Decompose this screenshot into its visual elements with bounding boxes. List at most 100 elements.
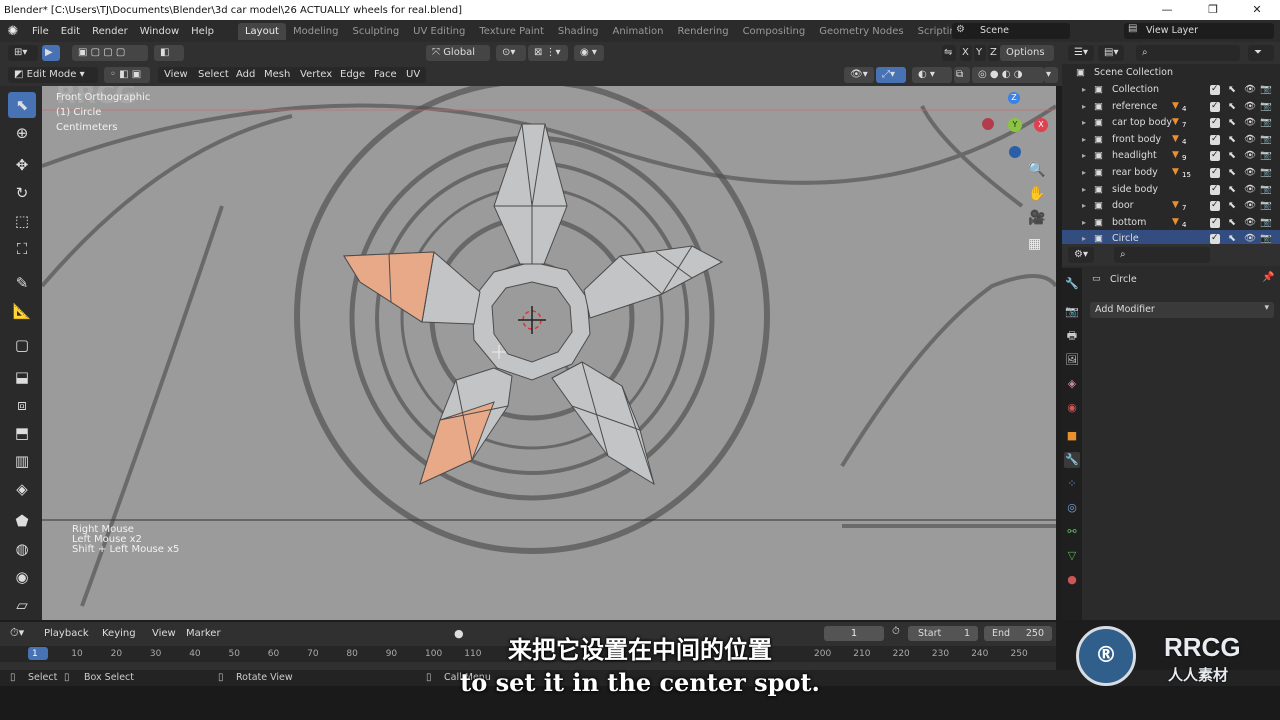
object-tab-icon[interactable]: ■ [1064,428,1080,444]
mesh-select-mode[interactable]: ◧ ◫ [154,45,184,74]
tab-rendering[interactable]: Rendering [670,23,735,40]
exclude-checkbox[interactable] [1210,230,1220,247]
exclude-checkbox[interactable] [1210,147,1220,164]
eye-icon[interactable]: 👁 [1244,98,1256,115]
gizmo-z[interactable]: Z [1008,92,1020,104]
exclude-checkbox[interactable] [1210,214,1220,231]
tab-texture-paint[interactable]: Texture Paint [472,23,551,40]
transform-orientation-dropdown[interactable]: ⤧ Global [426,45,490,61]
outliner-item[interactable]: ▸▣headlight▼9⬉👁📷 [1062,147,1280,164]
outliner-item[interactable]: ▸▣bottom▼4⬉👁📷 [1062,214,1280,231]
exclude-checkbox[interactable] [1210,81,1220,98]
selectable-arrow-icon[interactable]: ⬉ [1228,197,1236,214]
outliner-item[interactable]: ▸▣door▼7⬉👁📷 [1062,197,1280,214]
output-tab-icon[interactable]: 🖶 [1064,328,1080,344]
expand-arrow-icon[interactable]: ▸ [1082,147,1086,164]
xray-toggle[interactable]: ⧉ [954,67,970,83]
eye-icon[interactable]: 👁 [1244,81,1256,98]
navigation-gizmo[interactable]: Z Y X [976,90,1050,164]
selectable-arrow-icon[interactable]: ⬉ [1228,81,1236,98]
shading-mode-buttons[interactable]: ◎ ● ◐ ◑ [972,67,1044,83]
gizmo-x[interactable]: X [1034,118,1048,132]
outliner-item[interactable]: ▸ ▣ side body ⬉ 👁📷 [1062,181,1280,198]
selectable-arrow-icon[interactable]: ⬉ [1228,164,1236,181]
render-tab-icon[interactable]: 📷 [1064,304,1080,320]
exclude-checkbox[interactable] [1210,197,1220,214]
outliner-item[interactable]: ▸ ▣ Collection ⬉ 👁📷 [1062,81,1280,98]
tab-compositing[interactable]: Compositing [736,23,813,40]
outliner-editor-icon[interactable]: ☰▾ [1068,45,1094,61]
eye-icon[interactable]: 👁 [1244,181,1256,198]
blender-logo-icon[interactable]: ✺ [0,24,26,39]
3d-viewport[interactable]: Front Orthographic (1) Circle Centimeter… [42,86,1056,620]
pan-hand-icon[interactable]: ✋ [1028,186,1045,202]
camera-render-icon[interactable]: 📷 [1260,147,1272,164]
eye-icon[interactable]: 👁 [1244,147,1256,164]
expand-arrow-icon[interactable]: ▸ [1082,181,1086,198]
particles-tab-icon[interactable]: ⁘ [1064,476,1080,492]
select-tool-icon[interactable]: ▶ [42,45,60,61]
outliner-item[interactable]: ▸▣front body▼4⬉👁📷 [1062,131,1280,148]
exclude-checkbox[interactable] [1210,114,1220,131]
selectable-arrow-icon[interactable]: ⬉ [1228,147,1236,164]
expand-arrow-icon[interactable]: ▸ [1082,81,1086,98]
extrude-tool-icon[interactable]: ⬓ [8,364,36,390]
menu-help[interactable]: Help [185,26,220,37]
properties-editor-icon[interactable]: ⚙▾ [1068,247,1094,263]
mirror-z[interactable]: Z [988,45,1000,61]
camera-render-icon[interactable]: 📷 [1260,214,1272,231]
measure-tool-icon[interactable]: 📐 [8,298,36,324]
eye-icon[interactable]: 👁 [1244,214,1256,231]
menu-render[interactable]: Render [86,26,134,37]
annotate-tool-icon[interactable]: ✎ [8,270,36,296]
menu-select[interactable]: Select [192,67,235,83]
selectable-arrow-icon[interactable]: ⬉ [1228,98,1236,115]
gizmo-neg-x[interactable] [982,118,994,130]
proportional-edit-toggle[interactable]: ◉ ▾ [574,45,604,61]
scene-selector[interactable]: ⚙ Scene [952,23,1070,39]
select-mode-toggle[interactable]: ◦ ◧ ▣ [104,67,150,83]
menu-add[interactable]: Add [230,67,262,83]
eye-icon[interactable]: 👁 [1244,164,1256,181]
tab-sculpting[interactable]: Sculpting [345,23,406,40]
scene-tab-icon[interactable]: ◈ [1064,376,1080,392]
mode-dropdown[interactable]: ◩ Edit Mode ▾ [8,67,98,83]
outliner-item[interactable]: ▸▣car top body▼7⬉👁📷 [1062,114,1280,131]
mirror-x[interactable]: X [960,45,972,61]
cursor-tool-icon[interactable]: ⊕ [8,120,36,146]
menu-edit[interactable]: Edit [55,26,86,37]
shear-tool-icon[interactable]: ▱ [8,592,36,618]
menu-file[interactable]: File [26,26,55,37]
menu-view[interactable]: View [158,67,194,83]
mirror-y[interactable]: Y [974,45,986,61]
eye-icon[interactable]: 👁 [1244,197,1256,214]
menu-window[interactable]: Window [134,26,185,37]
outliner-item[interactable]: ▸▣rear body▼15⬉👁📷 [1062,164,1280,181]
constraints-tab-icon[interactable]: ⚯ [1064,524,1080,540]
exclude-checkbox[interactable] [1210,131,1220,148]
menu-edge[interactable]: Edge [334,67,372,83]
selectable-arrow-icon[interactable]: ⬉ [1228,131,1236,148]
tab-modeling[interactable]: Modeling [286,23,346,40]
camera-render-icon[interactable]: 📷 [1260,197,1272,214]
camera-render-icon[interactable]: 📷 [1260,98,1272,115]
scale-tool-icon[interactable]: ⬚ [8,208,36,234]
visibility-dropdown[interactable]: 👁▾ [844,67,874,83]
add-modifier-dropdown[interactable]: Add Modifier ▾ [1090,302,1274,318]
filter-icon[interactable]: ⏷ [1248,45,1274,61]
overlay-toggle[interactable]: ◐ ▾ [912,67,952,83]
gizmo-toggle[interactable]: ⤢▾ [876,67,906,83]
modifier-tab-icon[interactable]: 🔧 [1064,452,1080,468]
tab-shading[interactable]: Shading [551,23,606,40]
minimize-button[interactable]: — [1144,0,1190,20]
expand-arrow-icon[interactable]: ▸ [1082,131,1086,148]
pin-icon[interactable]: 📌 [1262,272,1274,283]
rotate-tool-icon[interactable]: ↻ [8,180,36,206]
smooth-tool-icon[interactable]: ◉ [8,564,36,590]
loop-cut-tool-icon[interactable]: ▥ [8,448,36,474]
zoom-icon[interactable]: 🔍 [1028,162,1045,178]
exclude-checkbox[interactable] [1210,98,1220,115]
outliner-item[interactable]: ▸▣reference▼4⬉👁📷 [1062,98,1280,115]
spin-tool-icon[interactable]: ◍ [8,536,36,562]
options-dropdown[interactable]: Options ▾ [1000,45,1054,74]
